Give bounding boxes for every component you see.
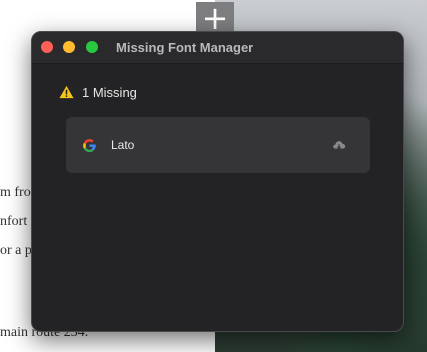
- minimize-button[interactable]: [63, 41, 75, 53]
- missing-font-manager-window: Missing Font Manager 1 Missing Lato: [31, 31, 404, 332]
- google-icon: [83, 139, 96, 153]
- background-text-line: or a p: [0, 243, 32, 258]
- close-button[interactable]: [41, 41, 53, 53]
- missing-summary: 1 Missing: [59, 84, 137, 100]
- zoom-button[interactable]: [86, 41, 98, 53]
- font-list-item[interactable]: Lato: [66, 117, 370, 173]
- cloud-download-icon[interactable]: [332, 139, 346, 151]
- title-bar[interactable]: Missing Font Manager: [32, 32, 403, 64]
- font-name: Lato: [111, 138, 135, 152]
- background-text-line: nfort: [0, 214, 28, 229]
- missing-count-label: 1 Missing: [82, 84, 137, 100]
- window-title: Missing Font Manager: [116, 40, 254, 55]
- background-text-line: m fro: [0, 185, 31, 200]
- warning-icon: [59, 85, 74, 99]
